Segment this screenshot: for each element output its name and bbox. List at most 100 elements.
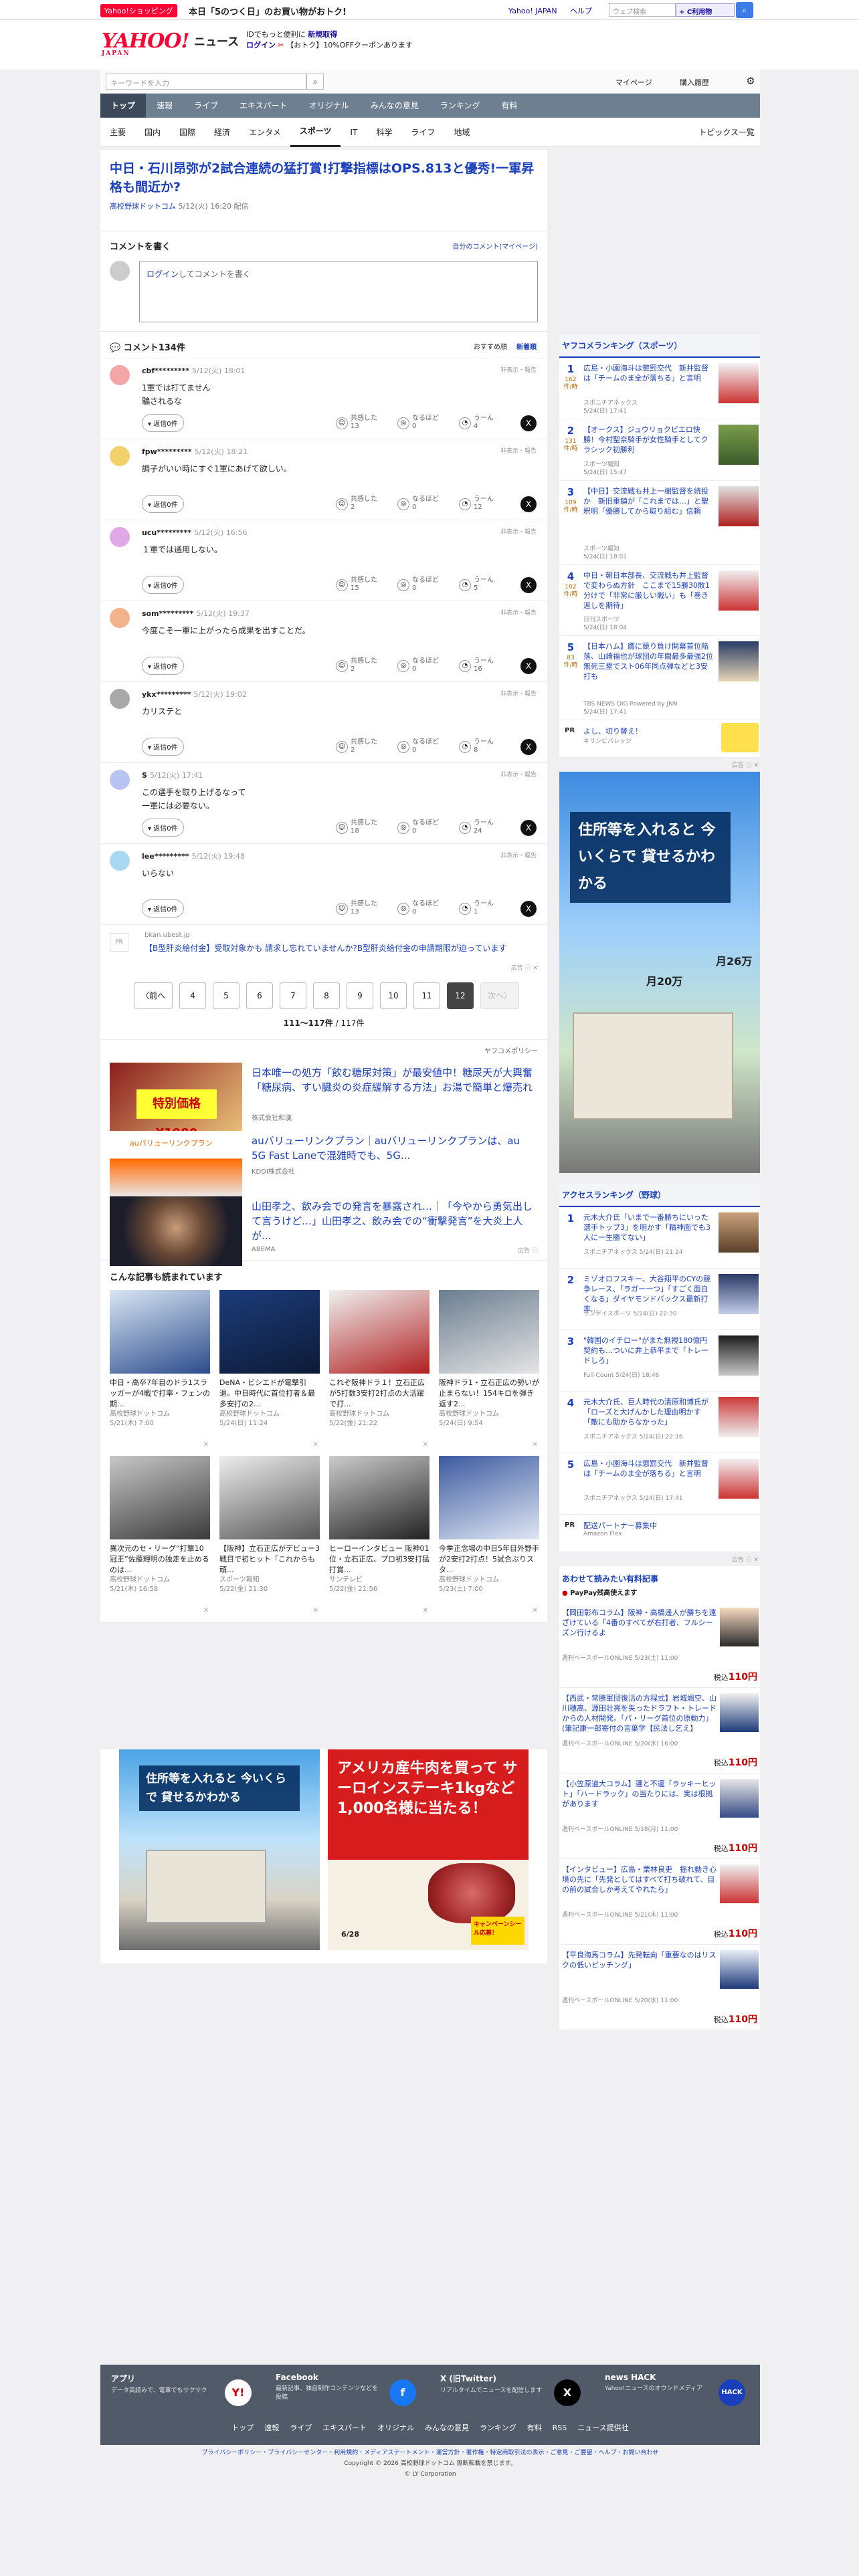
footer-col[interactable]: X (旧Twitter) リアルタイムでニュースを配信します X: [440, 2373, 594, 2413]
tab-economy[interactable]: 経済: [205, 118, 240, 147]
pager-page-7[interactable]: 7: [280, 982, 306, 1009]
x-share-icon[interactable]: X: [520, 496, 537, 512]
tab-domestic[interactable]: 国内: [135, 118, 170, 147]
footer-link[interactable]: ニュース提供社: [577, 2424, 628, 2432]
comment-user[interactable]: fpw********* 5/12(火) 18:21: [142, 446, 248, 457]
footer-link[interactable]: ランキング: [480, 2424, 516, 2432]
card-title[interactable]: 【阪神】立石正広がデビュー3戦目で初ヒット「これからも頑...: [219, 1543, 320, 1576]
reply-button[interactable]: ▾ 返信0件: [142, 657, 184, 675]
reaction-naruhodo-button[interactable]: ◎ なるほど 0: [397, 737, 459, 757]
footer-link[interactable]: ライブ: [290, 2424, 312, 2432]
article-card[interactable]: 【阪神】立石正広がデビュー3戦目で初ヒット「これからも頑... スポーツ報知 5/2…: [219, 1456, 320, 1616]
tab-region[interactable]: 地域: [444, 118, 479, 147]
ad-title[interactable]: auバリューリンクプラン｜auバリューリンクプランは、au 5G Fast La…: [252, 1134, 535, 1163]
nav-opinion[interactable]: みんなの意見: [360, 94, 430, 118]
comment-username[interactable]: som*********: [142, 609, 193, 618]
reply-button[interactable]: ▾ 返信0件: [142, 576, 184, 594]
reaction-uun-button[interactable]: ◔ うーん 1: [459, 899, 520, 919]
rank-title[interactable]: 中日・朝日本部長、交流戦も井上監督で変わらぬ方針 ここまで15勝30敗1分けで「…: [583, 570, 714, 611]
tab-life[interactable]: ライフ: [401, 118, 444, 147]
reaction-naruhodo-button[interactable]: ◎ なるほど 0: [397, 899, 459, 919]
x-share-icon[interactable]: X: [520, 577, 537, 593]
ranking-item[interactable]: 4 元木大介氏、巨人時代の清原和博氏が「ローズと大げんかした理由明かす「敵にも助か…: [559, 1392, 760, 1453]
footer-col[interactable]: アプリ データ高読みで、電車でもサクサク Y!: [111, 2373, 265, 2413]
footer-link[interactable]: 速報: [264, 2424, 279, 2432]
ranking-item[interactable]: 4 102 件/時 中日・朝日本部長、交流戦も井上監督で変わらぬ方針 ここまで15勝3…: [559, 565, 760, 636]
footer-link[interactable]: 有料: [527, 2424, 542, 2432]
ranking-item[interactable]: 1 元木大介氏「いまで一番勝ちにいった選手トップ3」を明かす「精神面でも3人に一生…: [559, 1207, 760, 1269]
footer-link[interactable]: みんなの意見: [425, 2424, 469, 2432]
card-title[interactable]: 中日・高卒7年目のドラ1スラッガーが4戦で打率・フェンの期...: [110, 1378, 210, 1410]
dismiss-icon[interactable]: ✕: [313, 1607, 318, 1614]
paid-article-item[interactable]: 【インタビュー】広島・栗林良吏 揺れ動き心境の先に「先発としてはすべて打ち破れて…: [559, 1859, 760, 1945]
nav-original[interactable]: オリジナル: [298, 94, 360, 118]
reaction-uun-button[interactable]: ◔ うーん 16: [459, 656, 520, 676]
pager-page-9[interactable]: 9: [347, 982, 373, 1009]
reaction-uun-button[interactable]: ◔ うーん 12: [459, 494, 520, 514]
shopping-link[interactable]: Yahoo!ショッピング: [100, 4, 177, 17]
report-link[interactable]: 非表示・報告: [500, 365, 537, 374]
ranking-item[interactable]: 5 広島・小園海斗は懲罰交代 新井監督は「チームのま全が落ちる」と言明 スポニチアネ…: [559, 1453, 760, 1515]
ad-title[interactable]: 山田孝之、飲み会での発言を暴露され…｜「今やから勇気出して言うけど…」山田孝之、…: [252, 1199, 535, 1243]
search-icon[interactable]: ⌕: [736, 2, 753, 18]
footer-link[interactable]: トップ: [231, 2424, 254, 2432]
comment-user[interactable]: som********* 5/12(火) 19:37: [142, 608, 250, 619]
report-link[interactable]: 非表示・報告: [500, 689, 537, 697]
paid-article-item[interactable]: 【岡田彰布コラム】阪神・高橋遥人が勝ちを遠ざけている「4番のすべてが右打者、フル…: [559, 1602, 760, 1688]
card-title[interactable]: 阪神ドラ1・立石正広の勢いが止まらない！154キロを弾き返す2...: [439, 1378, 539, 1410]
paid-article-title[interactable]: 【インタビュー】広島・栗林良吏 揺れ動き心境の先に「先発としてはすべて打ち破れて…: [562, 1864, 717, 1895]
article-title[interactable]: 中日・石川昂弥が2試合連続の猛打賞!打撃指標はOPS.813と優秀!一軍昇格も間…: [110, 159, 538, 197]
x-share-icon[interactable]: X: [520, 658, 537, 674]
ad-title[interactable]: 日本唯一の処方「飲む糖尿対策」が最安値中！糖尿天が大興奮「糖尿病、すい臓炎の炎症…: [252, 1065, 535, 1095]
reaction-uun-button[interactable]: ◔ うーん 4: [459, 413, 520, 433]
rank-title[interactable]: 【オークス】ジュウリョクピエロ快勝！今村聖奈騎手が女性騎手としてクラシック初勝利: [583, 425, 714, 455]
keyword-search-input[interactable]: キーワードを入力: [106, 74, 306, 90]
dismiss-icon[interactable]: ✕: [423, 1607, 428, 1614]
news-label[interactable]: ニュース: [194, 32, 239, 49]
web-search-input[interactable]: ウェブ検索: [609, 3, 676, 17]
card-title[interactable]: DeNA・ビシエドが電撃引退。中日時代に首位打者＆最多安打の2...: [219, 1378, 320, 1410]
sponsored-item[interactable]: 特別価格 ¥1980 日本唯一の処方「飲む糖尿対策」が最安値中！糖尿天が大興奮「…: [110, 1063, 538, 1140]
register-link[interactable]: 新規取得: [308, 30, 337, 39]
report-link[interactable]: 非表示・報告: [500, 527, 537, 536]
promo-text[interactable]: 本日「5のつく日」のお買い物がおトク!: [189, 5, 347, 17]
comment-user[interactable]: lee********* 5/12(火) 19:48: [142, 851, 245, 861]
paid-article-title[interactable]: 【西武・常勝軍団復活の方程式】岩城颯空、山川穂高、源田壮亮を失ったドラフト・トレ…: [562, 1693, 717, 1733]
comment-user[interactable]: ucu********* 5/12(火) 16:56: [142, 527, 247, 538]
tab-science[interactable]: 科学: [367, 118, 401, 147]
mypage-link[interactable]: マイページ: [615, 77, 652, 88]
reply-button[interactable]: ▾ 返信0件: [142, 414, 184, 432]
comment-username[interactable]: ucu*********: [142, 528, 191, 537]
reply-button[interactable]: ▾ 返信0件: [142, 819, 184, 837]
gear-icon[interactable]: ⚙: [743, 73, 759, 89]
footer-link[interactable]: エキスパート: [322, 2424, 367, 2432]
dismiss-icon[interactable]: ✕: [203, 1441, 209, 1448]
reaction-naruhodo-button[interactable]: ◎ なるほど 0: [397, 494, 459, 514]
footer-col[interactable]: news HACK Yahoo!ニュースのオウンドメディア HACK: [605, 2373, 759, 2413]
ranking-item[interactable]: 2 ミゾオロフスキー、大谷翔平のCYの競争レース、「ラガー一つ」「すごく面白くなる…: [559, 1269, 760, 1330]
rank-title[interactable]: 広島・小園海斗は懲罰交代 新井監督は「チームのま全が落ちる」と言明: [583, 1459, 714, 1479]
pager-page-4[interactable]: 4: [179, 982, 206, 1009]
nav-breaking[interactable]: 速報: [146, 94, 183, 118]
sort-new[interactable]: 新着順: [516, 344, 537, 351]
yahoo-japan-link[interactable]: Yahoo! JAPAN: [508, 7, 557, 15]
newshack-icon[interactable]: HACK: [719, 2379, 745, 2406]
pager-page-8[interactable]: 8: [313, 982, 340, 1009]
policy-link[interactable]: ヤフコメポリシー: [484, 1045, 538, 1055]
rank-title[interactable]: 広島・小園海斗は懲罰交代 新井監督は「チームのま全が落ちる」と言明: [583, 363, 714, 383]
report-link[interactable]: 非表示・報告: [500, 608, 537, 617]
reaction-agree-button[interactable]: ☺ 共感した 2: [336, 656, 397, 676]
article-card[interactable]: DeNA・ビシエドが電撃引退。中日時代に首位打者＆最多安打の2... 高校野球ドッ…: [219, 1290, 320, 1451]
pager-next-button[interactable]: 次へ〉: [480, 982, 519, 1009]
ranking-item[interactable]: 5 83 件/時 【日本ハム】鷹に競り負け開幕首位陥落、山崎福也が球団の年間最多最強2…: [559, 636, 760, 720]
reply-button[interactable]: ▾ 返信0件: [142, 495, 184, 513]
x-share-icon[interactable]: X: [520, 415, 537, 431]
paid-article-item[interactable]: 【平良海馬コラム】先発転向「重要なのはリスクの低いピッチング」 週刊ベースボールO…: [559, 1945, 760, 2030]
policy-links[interactable]: プライバシーポリシー・プライバシーセンター・利用規約・メディアステートメント・運…: [100, 2448, 760, 2458]
sponsored-item[interactable]: 山田孝之、飲み会での発言を暴露され…｜「今やから勇気出して言うけど…」山田孝之、…: [110, 1196, 538, 1266]
ranking-item[interactable]: 3 109 件/時 【中日】交流戦も井上一樹監督を続投か 新旧重鎮が「これまでは…」と…: [559, 481, 760, 565]
comment-user[interactable]: cbf********* 5/12(火) 18:01: [142, 365, 245, 376]
report-link[interactable]: 非表示・報告: [500, 851, 537, 859]
reaction-agree-button[interactable]: ☺ 共感した 2: [336, 737, 397, 757]
footer-link[interactable]: オリジナル: [377, 2424, 414, 2432]
